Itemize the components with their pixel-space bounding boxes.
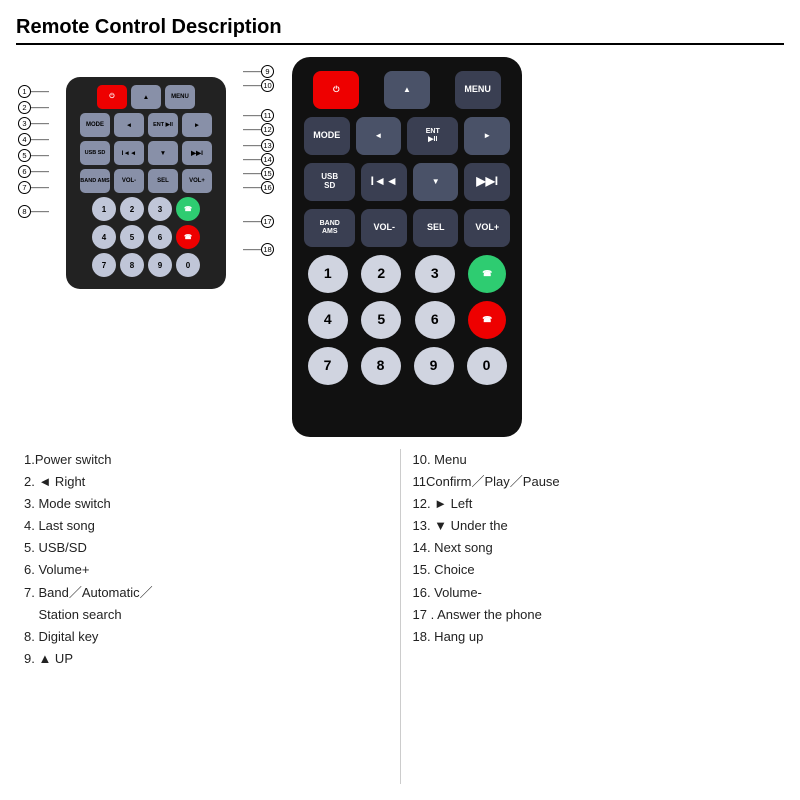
photo-prev-btn: I◄◄ — [361, 163, 407, 201]
diag-0-btn: 0 — [176, 253, 200, 277]
callout-15: ——15 — [243, 167, 274, 180]
diag-5-btn: 5 — [120, 225, 144, 249]
photo-ent-btn: ENT▶II — [407, 117, 458, 155]
desc-item-4: 4. Last song — [24, 515, 388, 537]
photo-right-btn: ► — [464, 117, 510, 155]
photo-volp-btn: VOL+ — [464, 209, 510, 247]
photo-next-btn: ▶▶I — [464, 163, 510, 201]
desc-item-8: 8. Digital key — [24, 626, 388, 648]
desc-left-col: 1.Power switch 2. ◄ Right 3. Mode switch… — [16, 449, 396, 784]
desc-item-13: 13. ▼ Under the — [413, 515, 777, 537]
desc-item-12: 12. ► Left — [413, 493, 777, 515]
callout-3: 3—— — [18, 117, 49, 130]
diag-down-btn: ▼ — [148, 141, 178, 165]
desc-item-6: 6. Volume+ — [24, 559, 388, 581]
diag-usb-btn: USB SD — [80, 141, 110, 165]
desc-item-1: 1.Power switch — [24, 449, 388, 471]
diag-next-btn: ▶▶I — [182, 141, 212, 165]
page-title: Remote Control Description — [16, 16, 784, 45]
diag-ent-btn: ENT ▶II — [148, 113, 178, 137]
diag-6-btn: 6 — [148, 225, 172, 249]
diag-mode-btn: MODE — [80, 113, 110, 137]
diag-7-btn: 7 — [92, 253, 116, 277]
photo-hangup-btn: ☎ — [468, 301, 506, 339]
photo-6-btn: 6 — [415, 301, 455, 339]
desc-item-10: 10. Menu — [413, 449, 777, 471]
photo-band-btn: BANDAMS — [304, 209, 355, 247]
diag-3-btn: 3 — [148, 197, 172, 221]
photo-3-btn: 3 — [415, 255, 455, 293]
description-section: 1.Power switch 2. ◄ Right 3. Mode switch… — [16, 449, 784, 784]
diag-band-btn: BAND AMS — [80, 169, 110, 193]
remote-diagram: ⏻ ▲ MENU MODE ◄ ENT ▶II ► USB SD I◄◄ ▼ ▶… — [66, 77, 226, 289]
photo-9-btn: 9 — [414, 347, 454, 385]
callout-16: ——16 — [243, 181, 274, 194]
photo-mode-btn: MODE — [304, 117, 350, 155]
photo-menu-btn: MENU — [455, 71, 501, 109]
photo-5-btn: 5 — [361, 301, 401, 339]
callout-14: ——14 — [243, 153, 274, 166]
diag-up-btn: ▲ — [131, 85, 161, 109]
photo-up-btn: ▲ — [384, 71, 430, 109]
diag-prev-btn: I◄◄ — [114, 141, 144, 165]
desc-item-14: 14. Next song — [413, 537, 777, 559]
desc-item-5: 5. USB/SD — [24, 537, 388, 559]
desc-right-col: 10. Menu 11Confirm／Play／Pause 12. ► Left… — [405, 449, 785, 784]
callout-1: 1—— — [18, 85, 49, 98]
callout-10: ——10 — [243, 79, 274, 92]
diag-volp-btn: VOL+ — [182, 169, 212, 193]
photo-2-btn: 2 — [361, 255, 401, 293]
photo-left-btn: ◄ — [356, 117, 402, 155]
photo-8-btn: 8 — [361, 347, 401, 385]
callout-4: 4—— — [18, 133, 49, 146]
callout-6: 6—— — [18, 165, 49, 178]
photo-1-btn: 1 — [308, 255, 348, 293]
callout-17: ——17 — [243, 215, 274, 228]
desc-item-17: 17 . Answer the phone — [413, 604, 777, 626]
callout-9: ——9 — [243, 65, 274, 78]
photo-volm-btn: VOL- — [361, 209, 407, 247]
diag-9-btn: 9 — [148, 253, 172, 277]
desc-item-11: 11Confirm／Play／Pause — [413, 471, 777, 493]
diag-sel-btn: SEL — [148, 169, 178, 193]
photo-0-btn: 0 — [467, 347, 507, 385]
desc-item-3: 3. Mode switch — [24, 493, 388, 515]
desc-item-18: 18. Hang up — [413, 626, 777, 648]
diag-answer-btn: ☎ — [176, 197, 200, 221]
callout-2: 2—— — [18, 101, 49, 114]
callout-13: ——13 — [243, 139, 274, 152]
diag-power-btn: ⏻ — [97, 85, 127, 109]
callout-8: 8—— — [18, 205, 49, 218]
diag-hangup-btn: ☎ — [176, 225, 200, 249]
callout-12: ——12 — [243, 123, 274, 136]
photo-answer-btn: ☎ — [468, 255, 506, 293]
column-divider — [400, 449, 401, 784]
diag-8-btn: 8 — [120, 253, 144, 277]
diagram-section: ⏻ ▲ MENU MODE ◄ ENT ▶II ► USB SD I◄◄ ▼ ▶… — [16, 57, 276, 437]
desc-item-2: 2. ◄ Right — [24, 471, 388, 493]
photo-sel-btn: SEL — [413, 209, 459, 247]
callout-18: ——18 — [243, 243, 274, 256]
desc-item-9: 9. ▲ UP — [24, 648, 388, 670]
photo-usb-btn: USBSD — [304, 163, 355, 201]
photo-down-btn: ▼ — [413, 163, 459, 201]
desc-item-15: 15. Choice — [413, 559, 777, 581]
photo-4-btn: 4 — [308, 301, 348, 339]
photo-7-btn: 7 — [308, 347, 348, 385]
diag-4-btn: 4 — [92, 225, 116, 249]
callout-11: ——11 — [243, 109, 274, 122]
diag-right-btn: ► — [182, 113, 212, 137]
callout-7: 7—— — [18, 181, 49, 194]
diag-volm-btn: VOL- — [114, 169, 144, 193]
diag-1-btn: 1 — [92, 197, 116, 221]
desc-item-7: 7. Band／Automatic／ Station search — [24, 582, 388, 626]
diag-2-btn: 2 — [120, 197, 144, 221]
desc-item-16: 16. Volume- — [413, 582, 777, 604]
callout-5: 5—— — [18, 149, 49, 162]
photo-power-btn: ⏻ — [313, 71, 359, 109]
diag-menu-btn: MENU — [165, 85, 195, 109]
diag-left-btn: ◄ — [114, 113, 144, 137]
remote-photo: ⏻ ▲ MENU MODE ◄ ENT▶II ► USBSD I◄◄ ▼ ▶▶I… — [292, 57, 522, 437]
